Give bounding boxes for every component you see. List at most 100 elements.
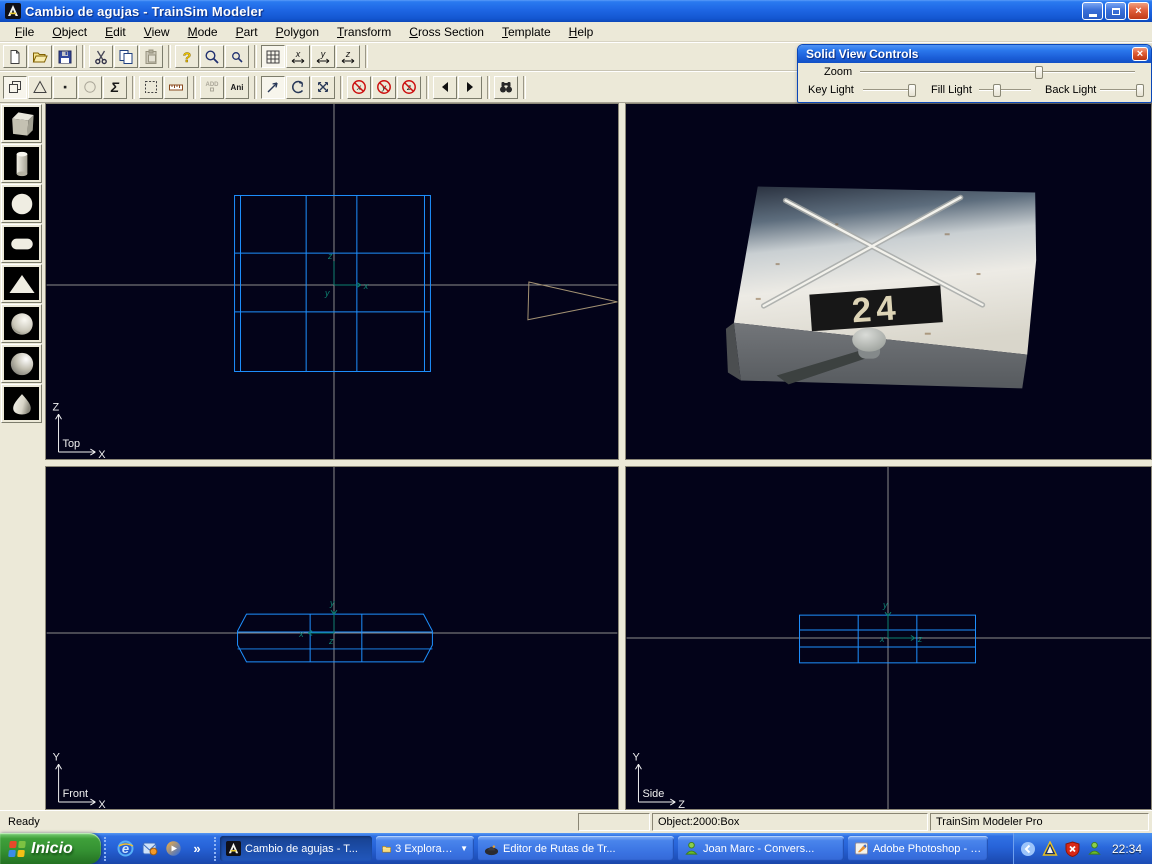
shape-teardrop-button[interactable]	[1, 384, 42, 423]
zoom-slider-thumb[interactable]	[1035, 66, 1043, 79]
wireframe-box-top-view[interactable]	[235, 195, 431, 371]
new-button[interactable]	[3, 45, 27, 68]
fill-light-slider[interactable]	[979, 84, 1031, 97]
triangle-button[interactable]	[28, 76, 52, 99]
taskbutton-explorer-group[interactable]: 3 Explorador de Wi... ▼	[376, 836, 474, 861]
add-button[interactable]: ADD	[200, 76, 224, 99]
menu-polygon[interactable]: Polygon	[267, 23, 328, 41]
restore-button[interactable]	[1105, 2, 1126, 20]
translate-x-button[interactable]: x	[286, 45, 310, 68]
outlook-express-icon[interactable]	[140, 840, 158, 858]
key-light-thumb[interactable]	[908, 84, 916, 97]
animation-button[interactable]: Ani	[225, 76, 249, 99]
box-primitive-button[interactable]	[3, 76, 27, 99]
shape-sphere-smooth-button[interactable]	[1, 304, 42, 343]
lock-x-button[interactable]: x	[347, 76, 371, 99]
zoom-slider[interactable]	[860, 66, 1135, 79]
menu-help[interactable]: Help	[560, 23, 603, 41]
taskbar-clock[interactable]: 22:34	[1112, 842, 1142, 856]
overflow-chevron-icon[interactable]: »	[188, 840, 206, 858]
lock-z-button[interactable]: z	[397, 76, 421, 99]
menu-file[interactable]: File	[6, 23, 43, 41]
scale-icon	[315, 79, 331, 95]
task-label: 3 Explorador de Wi...	[395, 843, 454, 855]
start-button[interactable]: Inicio	[0, 833, 101, 864]
minimize-button[interactable]	[1082, 2, 1103, 20]
svg-text:x: x	[879, 634, 885, 644]
svg-text:Ani: Ani	[231, 83, 244, 92]
menu-template[interactable]: Template	[493, 23, 560, 41]
solid-block-render[interactable]: 24	[726, 187, 1036, 389]
taskbutton-photoshop[interactable]: Adobe Photoshop - [...	[848, 836, 988, 861]
taskbutton-messenger[interactable]: Joan Marc - Convers...	[678, 836, 844, 861]
menu-part[interactable]: Part	[227, 23, 267, 41]
shape-cylinder-button[interactable]	[1, 144, 42, 183]
move-arrow-icon	[265, 79, 281, 95]
camera-cone[interactable]	[528, 282, 617, 320]
key-light-label: Key Light	[808, 84, 854, 96]
menu-object[interactable]: Object	[43, 23, 96, 41]
circle-button[interactable]	[78, 76, 102, 99]
zoom-out-button[interactable]	[225, 45, 249, 68]
back-light-thumb[interactable]	[1136, 84, 1144, 97]
trainsim-tray-icon[interactable]	[1042, 840, 1059, 857]
spline-button[interactable]: Σ	[103, 76, 127, 99]
back-light-slider[interactable]	[1100, 84, 1142, 97]
messenger-status-icon[interactable]	[1086, 840, 1103, 857]
menu-edit[interactable]: Edit	[96, 23, 135, 41]
wireframe-box-front-view[interactable]	[238, 614, 433, 662]
toolbar-separator	[193, 76, 196, 99]
taskbutton-trainsim[interactable]: Cambio de agujas - T...	[220, 836, 372, 861]
taskbutton-route-editor[interactable]: Editor de Rutas de Tr...	[478, 836, 674, 861]
svc-close-button[interactable]: ×	[1132, 47, 1148, 61]
collapse-chevron-icon[interactable]	[1020, 840, 1037, 857]
grid-button[interactable]	[261, 45, 285, 68]
point-button[interactable]	[53, 76, 77, 99]
svg-text:y: y	[320, 49, 326, 59]
rotate-button[interactable]	[286, 76, 310, 99]
open-button[interactable]	[28, 45, 52, 68]
prev-part-button[interactable]	[433, 76, 457, 99]
shape-cube-button[interactable]	[1, 104, 42, 143]
translate-y-button[interactable]: y	[311, 45, 335, 68]
security-alert-icon[interactable]	[1064, 840, 1081, 857]
scale-button[interactable]	[311, 76, 335, 99]
cone-icon	[5, 268, 39, 300]
svg-text:y: y	[329, 598, 335, 608]
shape-sphere-button[interactable]	[1, 184, 42, 223]
translate-z-button[interactable]: z	[336, 45, 360, 68]
menu-transform[interactable]: Transform	[328, 23, 400, 41]
viewport-side[interactable]: x z y Y Side Z	[625, 466, 1152, 810]
find-button[interactable]	[494, 76, 518, 99]
help-button[interactable]: ?	[175, 45, 199, 68]
move-arrow-button[interactable]	[261, 76, 285, 99]
save-button[interactable]	[53, 45, 77, 68]
zoom-in-button[interactable]	[200, 45, 224, 68]
cut-button[interactable]	[89, 45, 113, 68]
close-button[interactable]: ×	[1128, 2, 1149, 20]
viewport-top[interactable]: z x y Z Top X	[45, 103, 619, 460]
svc-title-bar[interactable]: Solid View Controls ×	[798, 45, 1151, 63]
menu-cross-section[interactable]: Cross Section	[400, 23, 493, 41]
marquee-select-button[interactable]	[139, 76, 163, 99]
menu-view[interactable]: View	[135, 23, 179, 41]
solid-view-controls-dialog: Solid View Controls × Zoom Key Light Fil…	[797, 44, 1152, 103]
viewport-perspective[interactable]: 24	[625, 103, 1152, 460]
media-player-icon[interactable]	[164, 840, 182, 858]
next-part-button[interactable]	[458, 76, 482, 99]
start-label: Inicio	[31, 840, 73, 858]
internet-explorer-icon[interactable]: e	[116, 840, 134, 858]
key-light-slider[interactable]	[863, 84, 915, 97]
toolbar-separator	[254, 45, 257, 68]
fill-light-thumb[interactable]	[993, 84, 1001, 97]
copy-button[interactable]	[114, 45, 138, 68]
shape-cone-button[interactable]	[1, 264, 42, 303]
paste-button[interactable]	[139, 45, 163, 68]
shape-sphere-shaded-button[interactable]	[1, 344, 42, 383]
ruler-button[interactable]	[164, 76, 188, 99]
viewport-front[interactable]: y x z Y Front X	[45, 466, 619, 810]
lock-y-button[interactable]: y	[372, 76, 396, 99]
menu-mode[interactable]: Mode	[179, 23, 227, 41]
origin-axis-marker: y x z	[298, 598, 337, 646]
shape-disc-button[interactable]	[1, 224, 42, 263]
